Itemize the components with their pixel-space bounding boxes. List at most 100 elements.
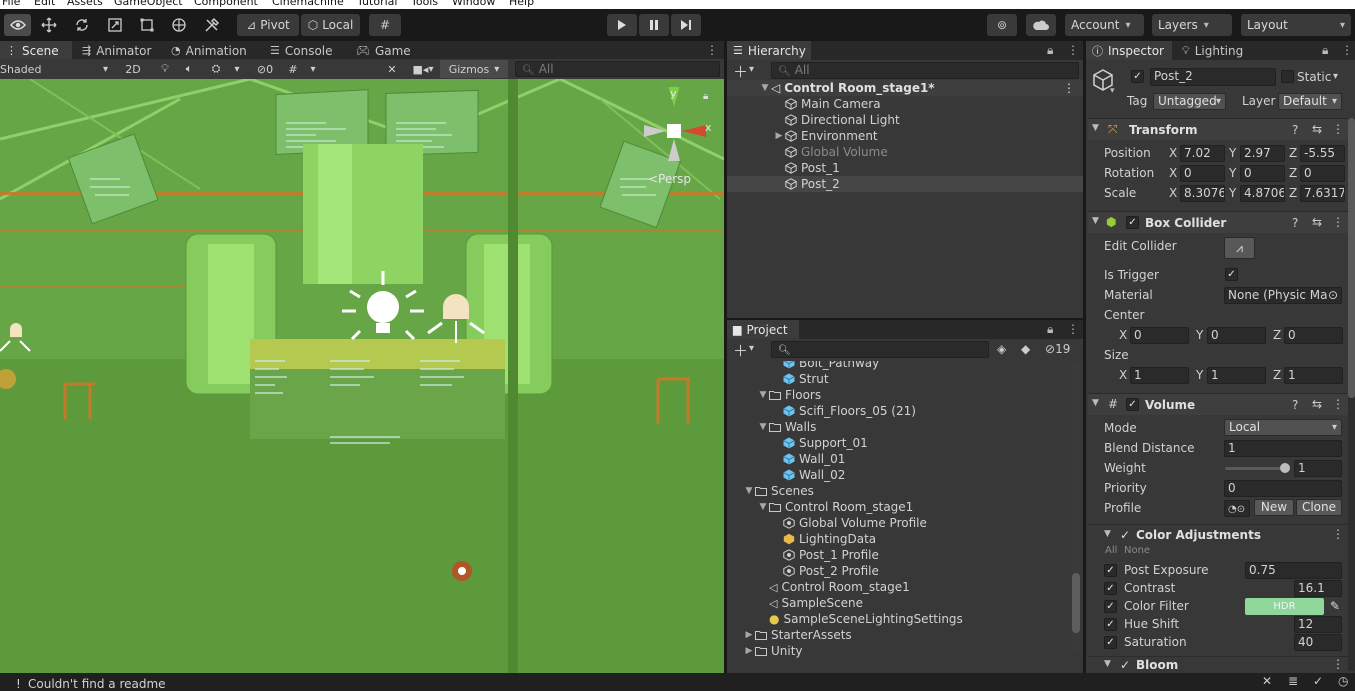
hierarchy-item[interactable]: Main Camera (727, 96, 1083, 112)
lock-icon[interactable]: 🔒︎ (703, 91, 708, 102)
profile-clone-button[interactable]: Clone (1296, 499, 1342, 516)
eyedropper-icon[interactable]: ✎ (1330, 599, 1340, 613)
project-item[interactable]: Scifi_Floors_05 (21) (727, 403, 1069, 419)
lighting-toggle[interactable]: 💡︎ (156, 60, 174, 78)
position-field[interactable]: -5.55 (1300, 145, 1345, 162)
scale-field[interactable]: 8.3076 (1180, 185, 1225, 202)
tab-game[interactable]: 🎮︎ Game (350, 41, 422, 60)
tab-console[interactable]: ☰ Console (264, 41, 348, 60)
project-item[interactable]: ▼ Walls (727, 419, 1069, 435)
rotate-tool-button[interactable] (66, 14, 98, 36)
is-trigger-checkbox[interactable]: ✓ (1225, 268, 1238, 281)
size-field[interactable]: 1 (1207, 367, 1266, 384)
scrollbar-thumb[interactable] (1348, 118, 1355, 398)
menu-edit[interactable]: Edit (34, 0, 55, 8)
transform-header[interactable]: ▼ ⤧ Transform ? ⇆ ⋮ (1088, 118, 1348, 140)
menu-window[interactable]: Window (452, 0, 495, 8)
blend-distance-field[interactable]: 1 (1224, 440, 1342, 457)
menu-tutorial[interactable]: Tutorial (357, 0, 397, 8)
override-check-icon[interactable]: ✓ (1120, 528, 1130, 542)
scene-viewport[interactable]: y x <Persp 🔒︎ (0, 79, 724, 673)
foldout-arrow-icon[interactable]: ▼ (1104, 529, 1111, 539)
help-icon[interactable]: ? (1292, 123, 1298, 137)
presets-icon[interactable]: ⇆ (1312, 397, 1322, 411)
scene-tools-button[interactable]: ✕ (382, 60, 402, 78)
project-item[interactable]: ▼ Floors (727, 387, 1069, 403)
tab-animation[interactable]: ◔ Animation (165, 41, 257, 60)
expand-arrow-icon[interactable]: ▼ (757, 502, 769, 512)
add-icon[interactable]: ＋ (733, 61, 748, 82)
presets-icon[interactable]: ⇆ (1312, 122, 1322, 136)
hidden-objects-toggle[interactable]: ⊘ 0 (250, 60, 280, 78)
scene-search-input[interactable]: 🔍︎ All (515, 61, 720, 77)
project-item[interactable]: Wall_02 (727, 467, 1069, 483)
center-field[interactable]: 0 (1130, 327, 1189, 344)
post-exposure-override-checkbox[interactable]: ✓ (1104, 564, 1117, 577)
menu-help[interactable]: Help (509, 0, 534, 8)
chevron-down-icon[interactable]: ▾ (749, 64, 754, 75)
menu-gameobject[interactable]: GameObject (114, 0, 183, 8)
color-filter-swatch[interactable]: HDR (1245, 598, 1324, 615)
lock-icon[interactable]: 🔒︎ (1047, 43, 1053, 58)
tab-lighting[interactable]: 💡︎ Lighting (1176, 41, 1260, 60)
project-item[interactable]: ◁ SampleScene (727, 595, 1069, 611)
scale-tool-button[interactable] (99, 14, 131, 36)
project-item[interactable]: ▼ Scenes (727, 483, 1069, 499)
progress-icon[interactable]: ◷ (1338, 674, 1348, 688)
view-tool-button[interactable] (4, 14, 31, 36)
menu-cinemachine[interactable]: Cinemachine (272, 0, 344, 8)
persp-label[interactable]: <Persp (648, 172, 691, 186)
tab-scene[interactable]: ⋮ Scene (0, 41, 72, 60)
lock-icon[interactable]: 🔒︎ (1322, 43, 1328, 58)
foldout-arrow-icon[interactable]: ▼ (1092, 216, 1099, 226)
object-picker-icon[interactable]: ⊙ (1237, 504, 1245, 515)
play-button[interactable] (607, 14, 637, 36)
center-field[interactable]: 0 (1284, 327, 1343, 344)
project-item[interactable]: ◁ Control Room_stage1 (727, 579, 1069, 595)
move-tool-button[interactable] (33, 14, 65, 36)
step-button[interactable] (671, 14, 701, 36)
contrast-field[interactable]: 16.1 (1294, 580, 1342, 597)
grid-toggle[interactable]: # (284, 60, 302, 78)
local-toggle[interactable]: ⬡ Local (301, 14, 360, 36)
menu-assets[interactable]: Assets (67, 0, 103, 8)
scene-menu-icon[interactable]: ⋮ (1063, 81, 1075, 95)
hue-shift-override-checkbox[interactable]: ✓ (1104, 618, 1117, 631)
active-checkbox[interactable]: ✓ (1131, 70, 1144, 83)
edit-collider-button[interactable]: ⩘ (1224, 237, 1255, 259)
project-item[interactable]: ● SampleSceneLightingSettings (727, 611, 1069, 627)
hierarchy-item[interactable]: ▶ Environment (727, 128, 1083, 144)
grid-snap-button[interactable]: # (369, 14, 401, 36)
foldout-arrow-icon[interactable]: ▼ (1092, 123, 1099, 133)
project-scrollbar[interactable] (1071, 363, 1081, 651)
tab-hierarchy[interactable]: ☰ Hierarchy (727, 41, 811, 60)
select-all-link[interactable]: All (1105, 545, 1117, 556)
profile-field[interactable]: ◔⊙ (1224, 500, 1250, 517)
project-item[interactable]: Global Volume Profile (727, 515, 1069, 531)
project-item[interactable]: LightingData (727, 531, 1069, 547)
cloud-button[interactable] (1026, 14, 1056, 36)
rect-tool-button[interactable] (131, 14, 163, 36)
foldout-arrow-icon[interactable]: ▼ (1104, 659, 1111, 669)
expand-arrow-icon[interactable]: ▶ (743, 646, 755, 656)
chevron-down-icon[interactable]: ▾ (1333, 71, 1338, 82)
priority-field[interactable]: 0 (1224, 480, 1342, 497)
expand-arrow-icon[interactable]: ▼ (743, 486, 755, 496)
hierarchy-item[interactable]: Global Volume (727, 144, 1083, 160)
gizmos-dropdown[interactable]: Gizmos ▾ (440, 60, 508, 78)
foldout-arrow-icon[interactable]: ▼ (1092, 398, 1099, 408)
component-menu-icon[interactable]: ⋮ (1332, 657, 1344, 671)
account-dropdown[interactable]: Account (1065, 14, 1144, 36)
inspector-menu-icon[interactable]: ⋮ (1341, 43, 1353, 57)
menu-file[interactable]: File (2, 0, 20, 8)
inspector-lock-icon[interactable]: ✓ (1313, 674, 1323, 688)
tab-animator[interactable]: ⇶ Animator (76, 41, 162, 60)
mode-2d-toggle[interactable]: 2D (120, 60, 146, 78)
layers-dropdown[interactable]: Layers (1152, 14, 1232, 36)
layer-dropdown[interactable]: Default (1278, 93, 1342, 110)
static-checkbox[interactable] (1281, 70, 1294, 83)
help-icon[interactable]: ? (1292, 398, 1298, 412)
pause-button[interactable] (639, 14, 669, 36)
rotation-field[interactable]: 0 (1180, 165, 1225, 182)
project-item[interactable]: Support_01 (727, 435, 1069, 451)
